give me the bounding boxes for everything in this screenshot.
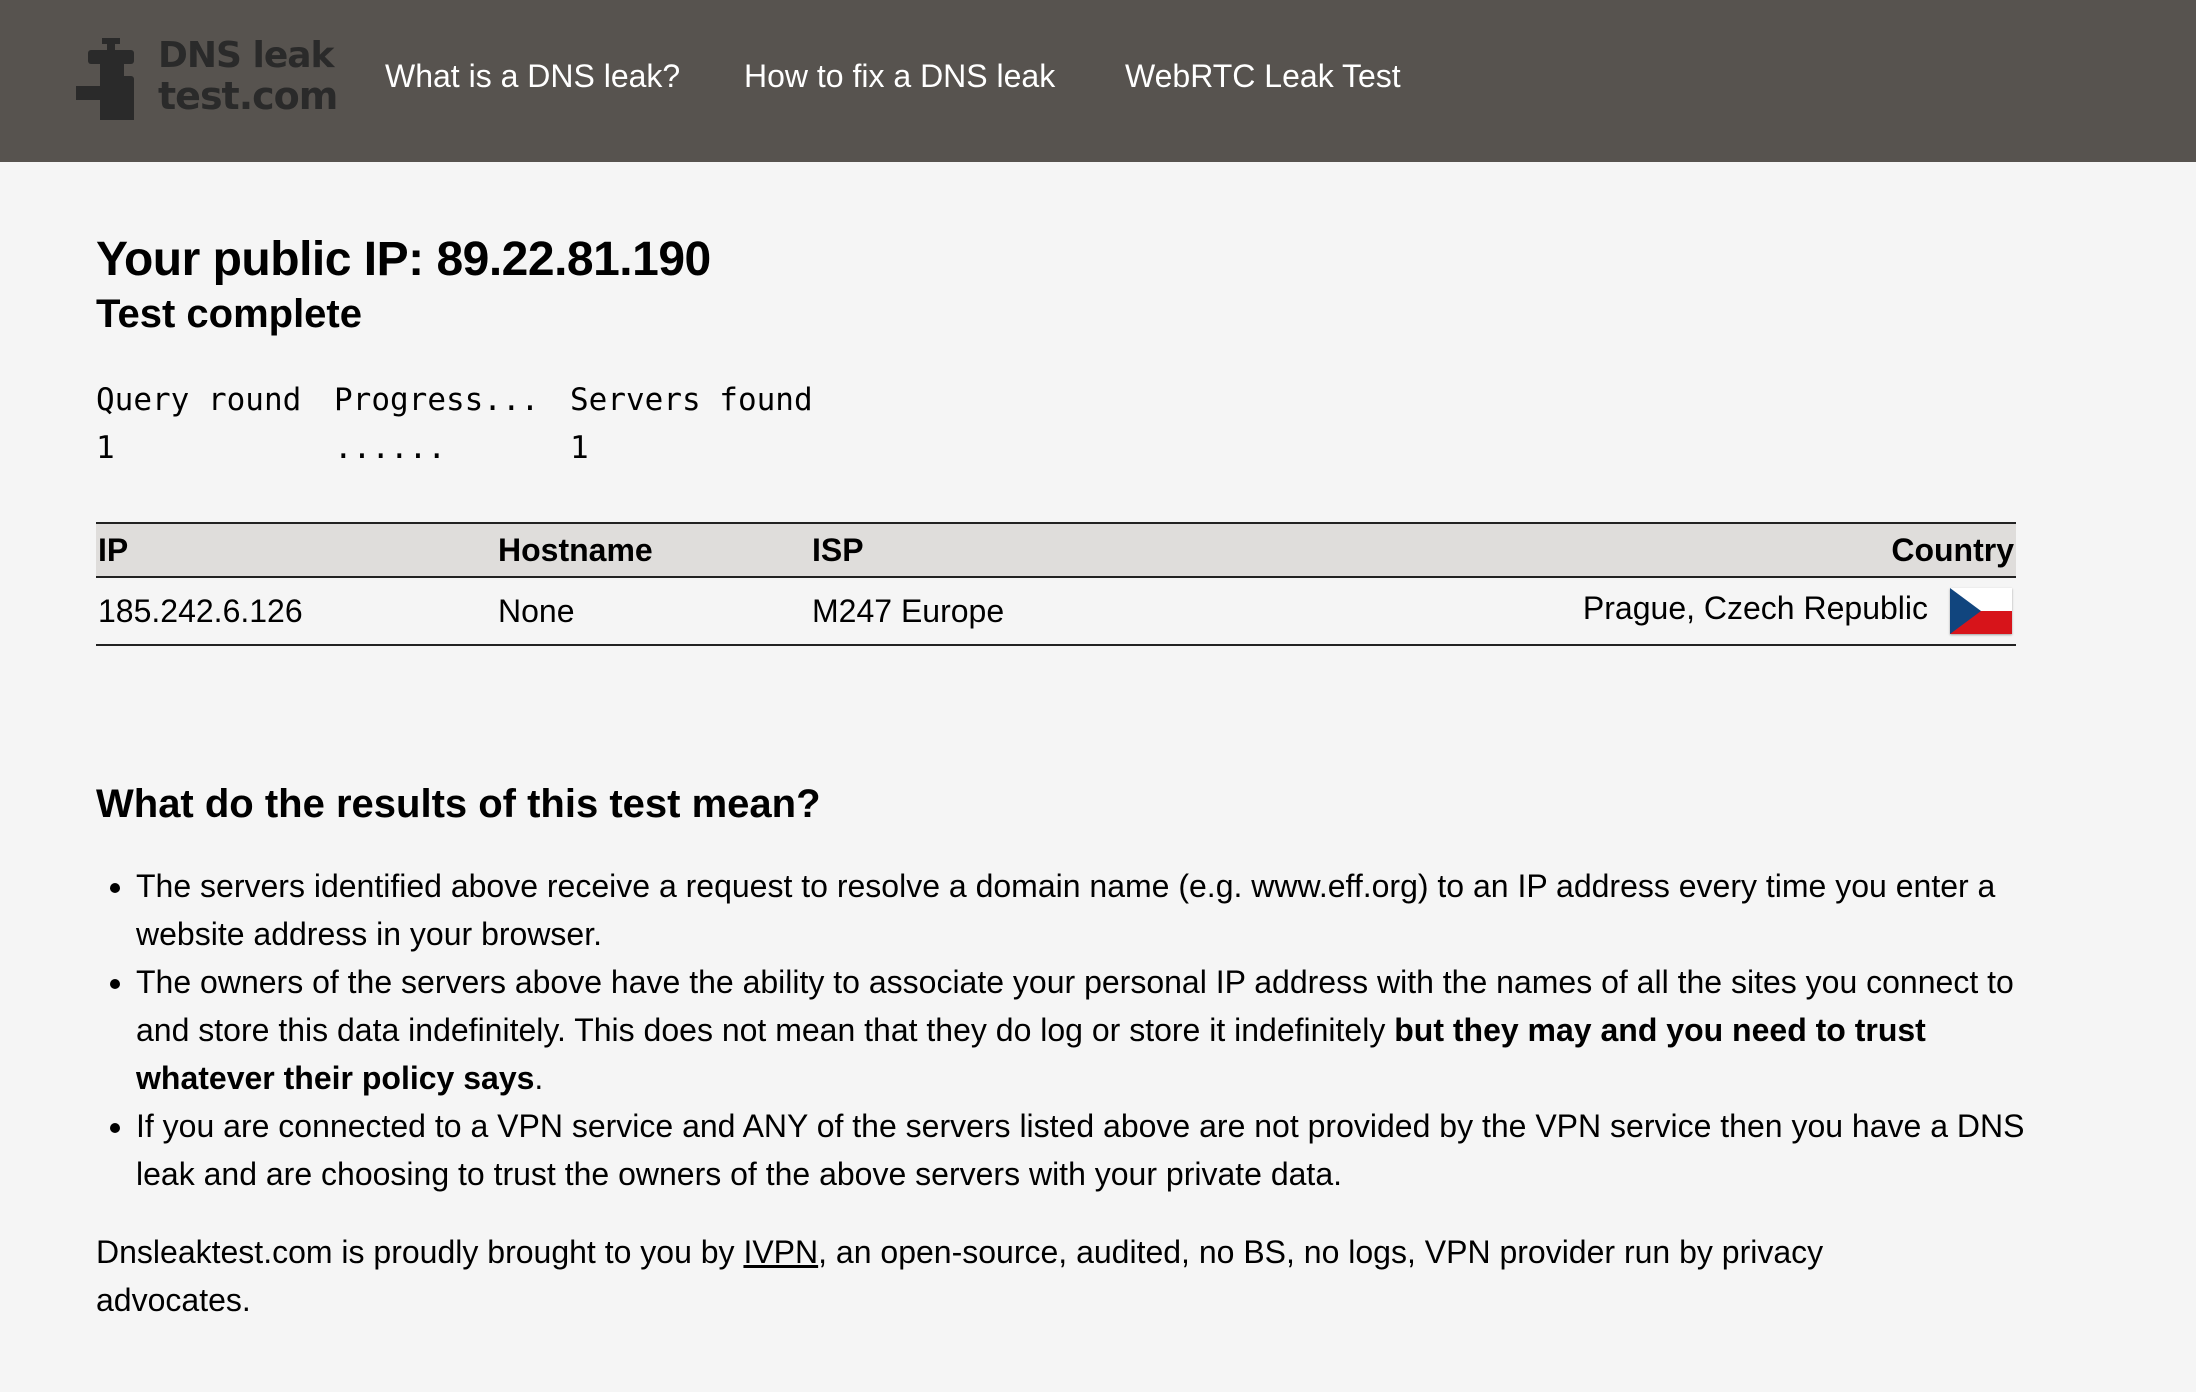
column-header-hostname: Hostname bbox=[498, 531, 653, 568]
ivpn-link[interactable]: IVPN bbox=[743, 1234, 818, 1270]
point-2-tail: . bbox=[534, 1060, 544, 1096]
progress-header-row: Query round Progress... Servers found bbox=[96, 382, 996, 422]
progress-value-row: 1 ...... 1 bbox=[96, 430, 996, 470]
column-header-ip: IP bbox=[98, 531, 129, 568]
progress-col-progress: Progress... bbox=[334, 382, 540, 418]
czech-flag-icon bbox=[1950, 588, 2012, 634]
test-status: Test complete bbox=[96, 292, 362, 336]
column-header-isp: ISP bbox=[812, 531, 864, 568]
progress-query-round-value: 1 bbox=[96, 430, 115, 466]
cell-isp: M247 Europe bbox=[810, 577, 1374, 646]
progress-col-servers-found: Servers found bbox=[570, 382, 813, 418]
nav-how-to-fix[interactable]: How to fix a DNS leak bbox=[744, 58, 1055, 95]
results-explanation-list: The servers identified above receive a r… bbox=[96, 862, 2056, 1198]
point-3-text: If you are connected to a VPN service an… bbox=[136, 1108, 2025, 1192]
cell-hostname: None bbox=[496, 577, 810, 646]
site-logo[interactable]: DNS leak test.com bbox=[74, 36, 344, 122]
point-1-text: The servers identified above receive a r… bbox=[136, 868, 1996, 952]
sponsor-prefix: Dnsleaktest.com is proudly brought to yo… bbox=[96, 1234, 744, 1270]
faucet-icon bbox=[76, 38, 134, 120]
logo-line-2: test.com bbox=[158, 74, 338, 118]
country-name: Prague, Czech Republic bbox=[1582, 589, 1928, 626]
progress-dots-value: ...... bbox=[334, 430, 446, 466]
dns-servers-table: IP Hostname ISP Country 185.242.6.126 No… bbox=[96, 522, 2016, 646]
results-meaning-heading: What do the results of this test mean? bbox=[96, 782, 821, 826]
list-item: If you are connected to a VPN service an… bbox=[136, 1102, 2056, 1198]
column-header-country: Country bbox=[1891, 531, 2014, 568]
public-ip-heading: Your public IP: 89.22.81.190 bbox=[96, 233, 711, 286]
top-navigation-bar: DNS leak test.com What is a DNS leak? Ho… bbox=[0, 0, 2196, 162]
table-row: 185.242.6.126 None M247 Europe Prague, C… bbox=[96, 577, 2016, 646]
progress-col-query-round: Query round bbox=[96, 382, 302, 418]
list-item: The owners of the servers above have the… bbox=[136, 958, 2056, 1102]
cell-country: Prague, Czech Republic bbox=[1374, 577, 2016, 646]
sponsor-note: Dnsleaktest.com is proudly brought to yo… bbox=[96, 1228, 1976, 1324]
table-header-row: IP Hostname ISP Country bbox=[96, 523, 2016, 577]
cell-ip: 185.242.6.126 bbox=[96, 577, 496, 646]
nav-what-is-dns-leak[interactable]: What is a DNS leak? bbox=[385, 58, 680, 95]
nav-webrtc-leak-test[interactable]: WebRTC Leak Test bbox=[1125, 58, 1401, 95]
logo-line-1: DNS leak bbox=[158, 35, 334, 76]
progress-servers-found-value: 1 bbox=[570, 430, 589, 466]
logo-text: DNS leak test.com bbox=[158, 35, 338, 118]
list-item: The servers identified above receive a r… bbox=[136, 862, 2056, 958]
